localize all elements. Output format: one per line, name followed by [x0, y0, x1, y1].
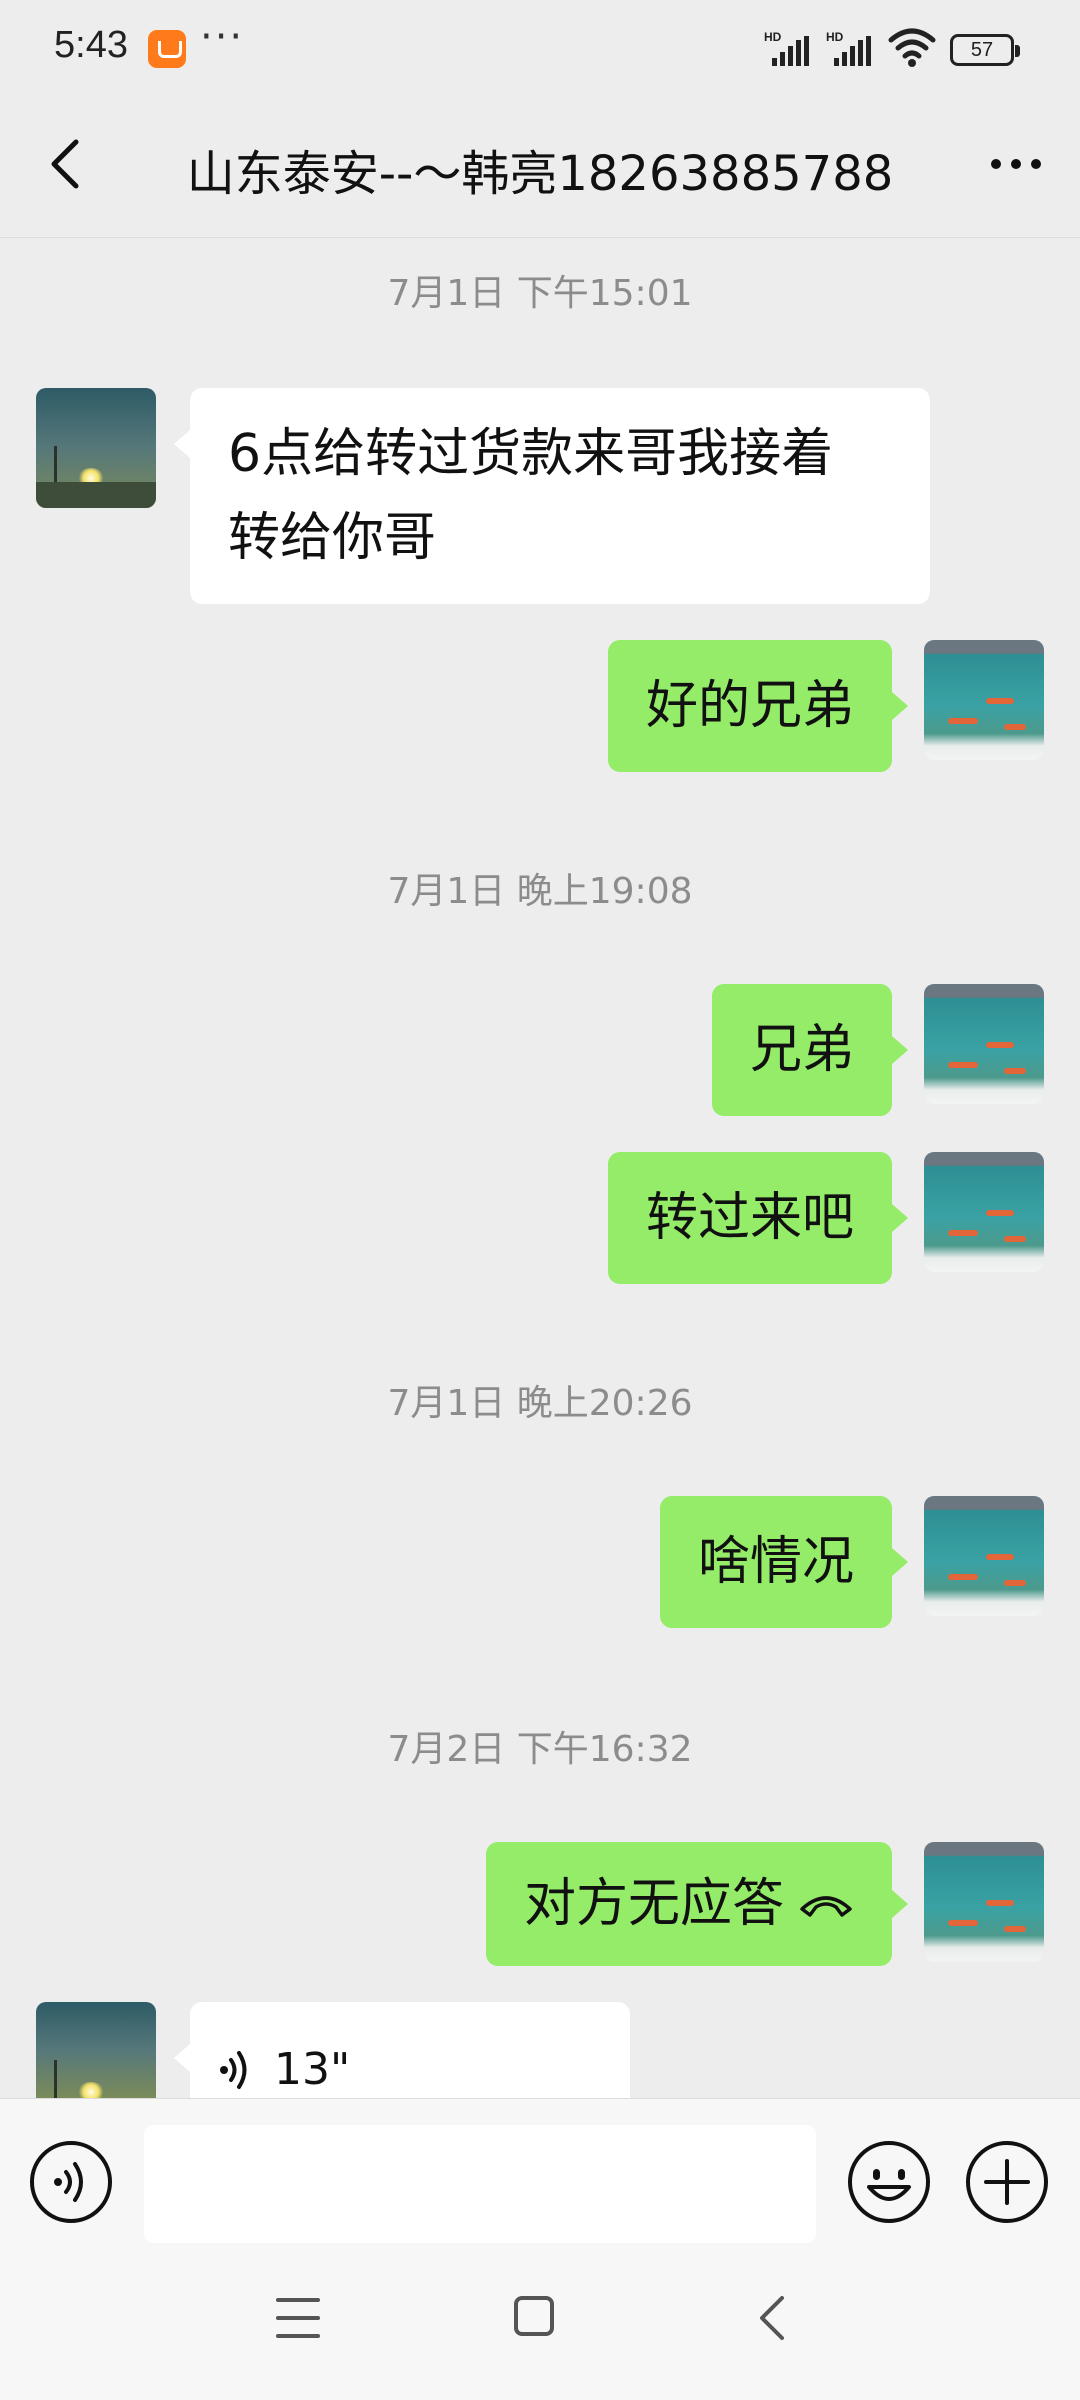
my-avatar[interactable]	[924, 640, 1044, 760]
signal-strength-icon: HD	[764, 30, 812, 66]
status-time: 5:43	[54, 24, 128, 66]
plus-icon	[984, 2159, 1030, 2205]
message-text: 兄弟	[749, 1020, 854, 1080]
more-notifications-icon: ···	[200, 14, 245, 60]
battery-icon: 57	[950, 34, 1020, 66]
timestamp: 7月2日 下午16:32	[387, 1729, 693, 1770]
message-text-line: 转给你哥	[228, 508, 437, 568]
call-record-bubble[interactable]: 对方无应答	[485, 1842, 909, 1966]
my-avatar[interactable]	[924, 1496, 1044, 1616]
menu-icon[interactable]	[276, 2298, 320, 2338]
message-text: 好的兄弟	[645, 676, 854, 736]
voice-wave-icon	[220, 2051, 247, 2089]
timestamp: 7月1日 晚上20:26	[387, 1383, 693, 1424]
chat-header: 山东泰安--～韩亮18263885788	[0, 100, 1080, 238]
more-options-icon[interactable]	[980, 144, 1052, 184]
system-nav-bar	[0, 2248, 1080, 2400]
more-functions-button[interactable]	[966, 2141, 1048, 2223]
timestamp: 7月1日 晚上19:08	[387, 871, 693, 912]
message-bubble-sent[interactable]: 兄弟	[711, 984, 909, 1116]
message-input[interactable]	[144, 2125, 816, 2243]
contact-avatar[interactable]	[36, 388, 156, 508]
message-text-line: 6点给转过货款来哥我接着	[228, 424, 834, 484]
home-icon[interactable]	[514, 2296, 554, 2336]
chat-title: 山东泰安--～韩亮18263885788	[186, 146, 894, 202]
contact-avatar[interactable]	[36, 2002, 156, 2098]
voice-mode-icon	[54, 2162, 83, 2202]
timestamp: 7月1日 下午15:01	[387, 273, 693, 314]
nav-back-icon[interactable]	[752, 2294, 796, 2342]
message-bubble-sent[interactable]: 啥情况	[659, 1496, 909, 1628]
shopping-app-icon	[148, 30, 186, 68]
emoji-icon	[867, 2169, 911, 2201]
back-arrow-icon[interactable]	[40, 136, 96, 192]
call-status-text: 对方无应答	[523, 1874, 784, 1934]
voice-message-bubble[interactable]: 13"	[174, 2002, 630, 2098]
input-bar	[0, 2098, 1080, 2248]
message-text: 转过来吧	[645, 1188, 854, 1248]
my-avatar[interactable]	[924, 1842, 1044, 1962]
message-bubble-received[interactable]: 6点给转过货款来哥我接着 转给你哥	[174, 388, 930, 604]
my-avatar[interactable]	[924, 984, 1044, 1104]
emoji-button[interactable]	[848, 2141, 930, 2223]
signal-strength-icon: HD	[826, 30, 874, 66]
message-text: 啥情况	[697, 1532, 854, 1592]
voice-duration: 13"	[274, 2044, 351, 2095]
message-bubble-sent[interactable]: 好的兄弟	[607, 640, 909, 772]
my-avatar[interactable]	[924, 1152, 1044, 1272]
wifi-icon	[888, 28, 936, 67]
phone-hangup-icon	[800, 1896, 852, 1917]
battery-level: 57	[970, 39, 994, 61]
status-bar: 5:43 ··· HD HD 57	[0, 0, 1080, 100]
message-bubble-sent[interactable]: 转过来吧	[607, 1152, 909, 1284]
voice-mode-button[interactable]	[30, 2141, 112, 2223]
